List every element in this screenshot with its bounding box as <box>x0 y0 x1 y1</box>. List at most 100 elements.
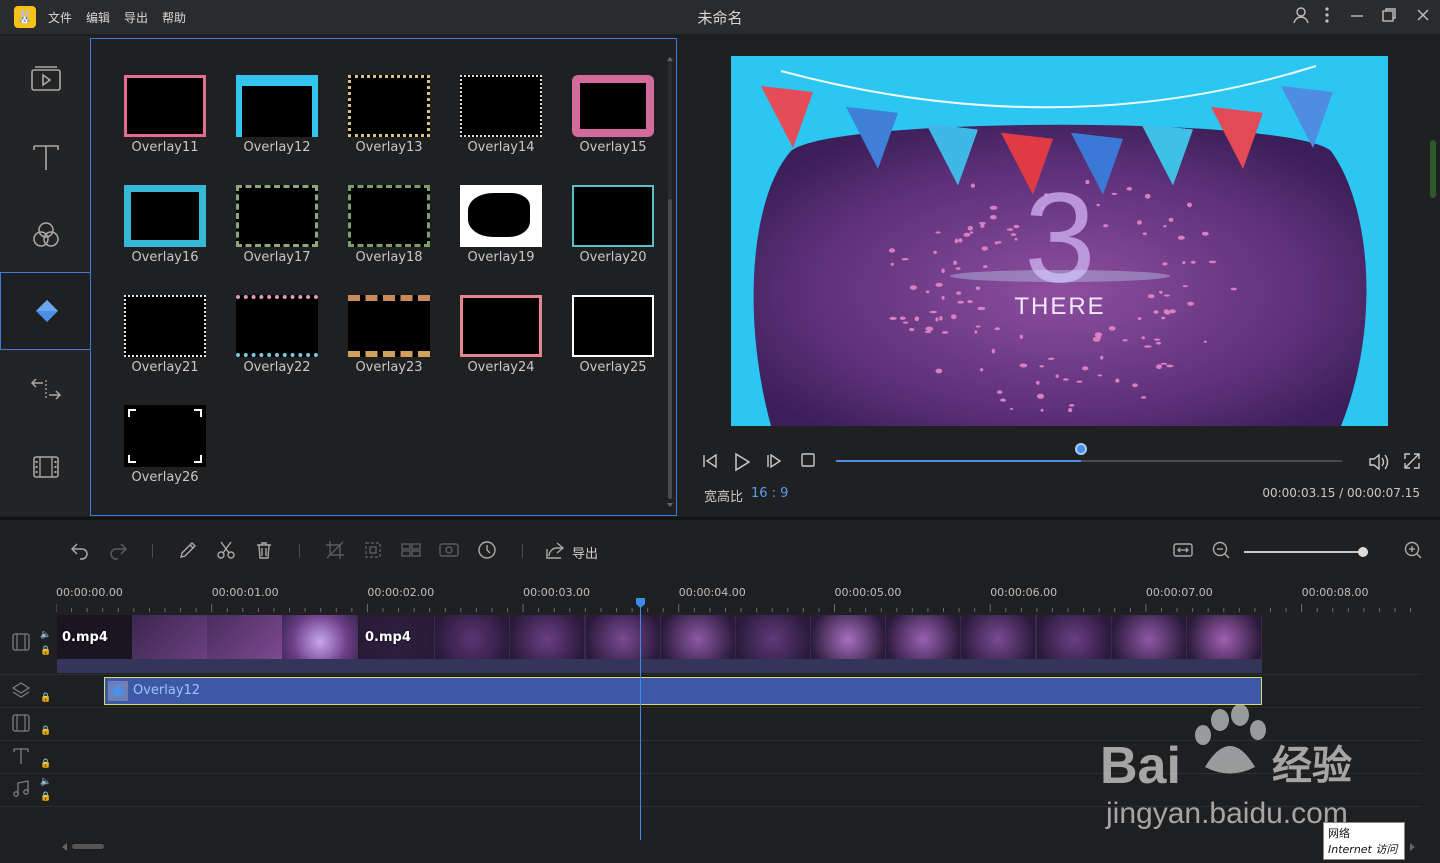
rail-filters[interactable] <box>0 196 91 274</box>
petal-particle <box>1069 404 1075 407</box>
petal-particle <box>975 286 981 290</box>
lock-icon[interactable]: 🔒 <box>40 726 51 736</box>
playback-progress-handle[interactable] <box>1075 443 1088 455</box>
petal-particle <box>1142 232 1147 236</box>
playhead-line[interactable] <box>640 598 641 840</box>
scroll-left-arrow-icon[interactable] <box>62 843 67 851</box>
freeze-frame-icon[interactable] <box>437 540 461 564</box>
aspect-ratio-value[interactable]: 16 : 9 <box>751 486 788 501</box>
playback-progress-bar[interactable] <box>836 460 1342 462</box>
ruler-ticks <box>56 604 1412 612</box>
fullscreen-icon[interactable] <box>1402 452 1422 472</box>
video-clip[interactable]: 0.mp4 <box>57 615 358 659</box>
menu-help[interactable]: 帮助 <box>162 9 186 26</box>
lock-icon[interactable]: 🔒 <box>40 759 51 769</box>
delete-trash-icon[interactable] <box>252 540 276 564</box>
petal-particle <box>1143 345 1152 348</box>
restore-icon[interactable] <box>1378 6 1400 28</box>
rail-transitions[interactable] <box>0 350 91 428</box>
lock-icon[interactable]: 🔒 <box>40 792 51 802</box>
volume-icon[interactable] <box>1368 452 1389 472</box>
rail-text[interactable] <box>0 118 91 196</box>
petal-particle <box>955 267 961 270</box>
menu-file[interactable]: 文件 <box>48 9 72 26</box>
overlay-thumbnail[interactable] <box>124 405 206 467</box>
petal-particle <box>1010 233 1017 237</box>
overlay-thumbnail[interactable] <box>460 295 542 357</box>
cut-scissors-icon[interactable] <box>214 540 238 564</box>
zoom-out-icon[interactable] <box>1209 540 1233 564</box>
close-icon[interactable] <box>1412 6 1434 28</box>
stop-icon[interactable] <box>798 452 818 472</box>
petal-particle <box>929 310 937 314</box>
rail-media[interactable] <box>0 40 91 118</box>
overlay-thumbnail[interactable] <box>124 75 206 137</box>
fit-timeline-icon[interactable] <box>1171 540 1195 564</box>
ruler-time-label: 00:00:00.00 <box>56 586 123 599</box>
overlay-thumbnail[interactable] <box>124 185 206 247</box>
text-icon <box>32 145 59 170</box>
menu-edit[interactable]: 编辑 <box>86 9 110 26</box>
petal-particle <box>1141 336 1145 340</box>
video-preview[interactable]: 3 THERE <box>731 56 1388 426</box>
panel-scrollbar-thumb[interactable] <box>668 199 672 499</box>
overlay-thumbnail[interactable] <box>348 185 430 247</box>
timeline-ruler[interactable]: 00:00:00.00 00:00:01.00 00:00:02.00 00:00:0… <box>56 582 1422 612</box>
export-button-label[interactable]: 导出 <box>572 543 598 562</box>
mute-icon[interactable]: 🔈 <box>40 777 51 787</box>
menu-export[interactable]: 导出 <box>124 9 148 26</box>
scroll-down-arrow-icon[interactable] <box>667 503 673 509</box>
mute-icon[interactable]: 🔈 <box>40 630 51 640</box>
overlay-thumbnail[interactable] <box>572 185 654 247</box>
transition-icon <box>30 378 61 400</box>
duration-clock-icon[interactable] <box>475 540 499 564</box>
video-clip-frame <box>735 615 810 659</box>
overlay-thumbnail[interactable] <box>348 75 430 137</box>
overlay-thumbnail[interactable] <box>572 295 654 357</box>
split-screen-icon[interactable] <box>399 540 423 564</box>
overlay-thumbnail[interactable] <box>460 185 542 247</box>
zoom-slider-track[interactable] <box>1244 551 1368 553</box>
overlay-thumbnail[interactable] <box>124 295 206 357</box>
edit-pencil-icon[interactable] <box>176 540 200 564</box>
audio-waveform-strip <box>57 659 1262 673</box>
more-icon[interactable] <box>1316 6 1338 28</box>
petal-particle <box>924 330 932 334</box>
overlay-thumbnail[interactable] <box>348 295 430 357</box>
overlay-thumbnail[interactable] <box>236 185 318 247</box>
petal-particle <box>1019 334 1023 339</box>
overlay-thumbnail[interactable] <box>572 75 654 137</box>
preview-big-number: 3 <box>1024 167 1095 310</box>
overlay-thumbnail[interactable] <box>236 75 318 137</box>
redo-icon[interactable] <box>106 540 130 564</box>
minimize-icon[interactable] <box>1346 6 1368 28</box>
toolbar-separator <box>299 544 300 558</box>
overlay-thumbnail-label: Overlay24 <box>467 360 535 375</box>
petal-particle <box>953 260 957 265</box>
network-tooltip: 网络 Internet 访问 <box>1323 822 1405 860</box>
crop-icon[interactable] <box>323 540 347 564</box>
mosaic-icon[interactable] <box>361 540 385 564</box>
lock-icon[interactable]: 🔒 <box>40 693 51 703</box>
export-share-icon[interactable] <box>543 540 567 564</box>
next-frame-icon[interactable] <box>764 452 784 472</box>
prev-frame-icon[interactable] <box>700 452 720 472</box>
rail-overlays[interactable] <box>0 272 92 350</box>
lock-icon[interactable]: 🔒 <box>40 646 51 656</box>
overlay-thumbnail[interactable] <box>236 295 318 357</box>
undo-icon[interactable] <box>68 540 92 564</box>
play-icon[interactable] <box>732 452 752 472</box>
overlay-clip[interactable]: Overlay12 <box>104 677 1262 705</box>
timeline-horizontal-scrollbar[interactable] <box>72 844 104 849</box>
scroll-right-arrow-icon[interactable] <box>1410 843 1415 851</box>
rail-elements[interactable] <box>0 428 91 506</box>
user-icon[interactable] <box>1290 6 1312 28</box>
video-clip[interactable]: 0.mp4 <box>360 615 1262 659</box>
zoom-slider-handle[interactable] <box>1358 547 1368 557</box>
overlay-thumbnail[interactable] <box>460 75 542 137</box>
zoom-in-icon[interactable] <box>1401 540 1425 564</box>
petal-particle <box>977 306 986 311</box>
video-clip-frame <box>1186 615 1261 659</box>
video-clip-frame <box>510 615 585 659</box>
scroll-up-arrow-icon[interactable] <box>667 55 673 61</box>
